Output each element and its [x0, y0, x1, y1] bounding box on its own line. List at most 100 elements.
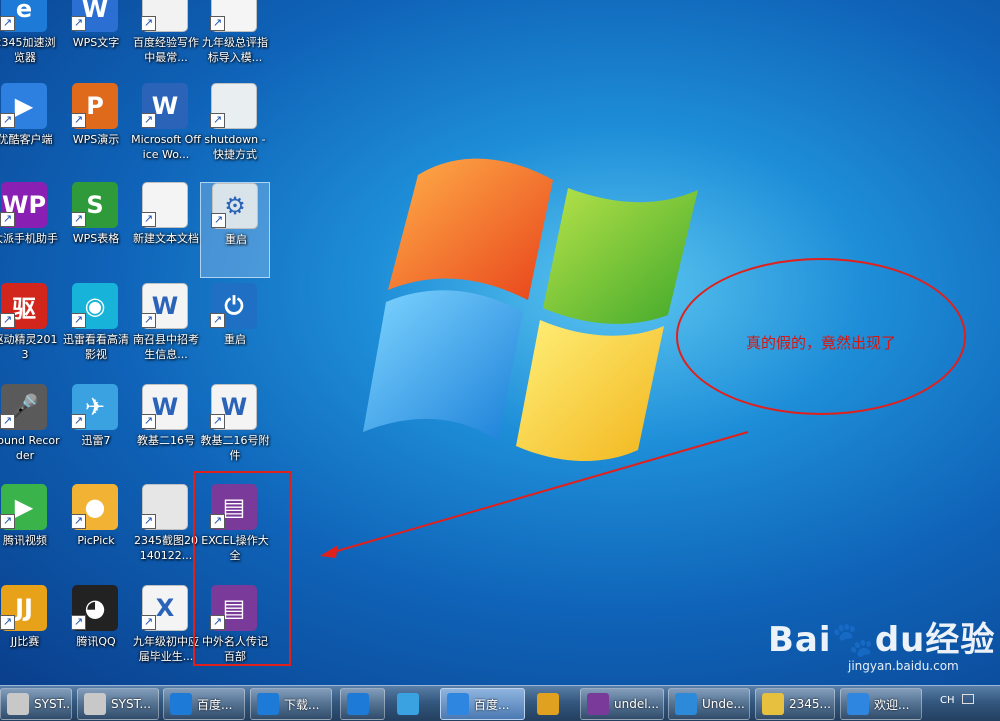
- desktop-icon[interactable]: ↗ 2345截图20140122...: [131, 484, 201, 580]
- desktop-icon[interactable]: ◉ ↗ 迅雷看看高清影视: [61, 283, 131, 379]
- desktop-icon[interactable]: ⏻ ↗ 重启: [200, 283, 270, 379]
- desktop-icon-label: 优酷客户端: [0, 133, 53, 146]
- taskbar-button[interactable]: 2345...: [755, 688, 835, 720]
- desktop-icon-label: 重启: [224, 333, 246, 346]
- desktop-icon[interactable]: e ↗ 2345加速浏览器: [0, 0, 60, 82]
- desktop-icon-label: 太派手机助手: [0, 232, 58, 245]
- desktop-icon[interactable]: JJ ↗ JJ比赛: [0, 585, 60, 681]
- taskbar-button[interactable]: 下载...: [250, 688, 332, 720]
- drive-icon: [7, 693, 29, 715]
- shortcut-arrow-icon: ↗: [0, 113, 15, 128]
- desktop-icon[interactable]: ↗ 百度经验写作中最常...: [131, 0, 201, 82]
- desktop-icon-label: 教基二16号附件: [200, 434, 270, 462]
- notepad-icon: [762, 693, 784, 715]
- xunlei-bird-icon: [397, 693, 419, 715]
- desktop-icon-label: 迅雷看看高清影视: [63, 333, 129, 361]
- taskbar-button-label: 下载...: [284, 697, 320, 712]
- game-box-icon: [537, 693, 559, 715]
- desktop-icon-label: 2345截图20140122...: [134, 534, 198, 562]
- shortcut-arrow-icon: ↗: [0, 313, 15, 328]
- desktop-icon[interactable]: X ↗ 九年级初中应届毕业生...: [131, 585, 201, 681]
- annotation-text: 真的假的，竟然出现了: [745, 334, 896, 352]
- shortcut-arrow-icon: ↗: [71, 16, 86, 31]
- desktop-icon[interactable]: ◕ ↗ 腾讯QQ: [61, 585, 131, 681]
- shortcut-arrow-icon: ↗: [71, 414, 86, 429]
- desktop-icon[interactable]: S ↗ WPS表格: [61, 182, 131, 278]
- taskbar-button[interactable]: [340, 688, 385, 720]
- winrar-archive-icon: [587, 693, 609, 715]
- desktop-icon-label: PicPick: [77, 534, 115, 547]
- desktop-icon[interactable]: W ↗ Microsoft Office Wo...: [131, 83, 201, 179]
- desktop-icon[interactable]: ▶ ↗ 腾讯视频: [0, 484, 60, 580]
- ie-browser-icon: [257, 693, 279, 715]
- desktop-icon-label: 2345加速浏览器: [0, 36, 56, 64]
- desktop-icon[interactable]: W ↗ WPS文字: [61, 0, 131, 82]
- shortcut-arrow-icon: ↗: [0, 414, 15, 429]
- taskbar-button[interactable]: [390, 688, 435, 720]
- desktop-icon[interactable]: ▶ ↗ 优酷客户端: [0, 83, 60, 179]
- shortcut-arrow-icon: ↗: [0, 16, 15, 31]
- desktop-icon-label: 九年级初中应届毕业生...: [133, 635, 199, 663]
- desktop-icon[interactable]: WP↗太派手机助手: [0, 182, 60, 278]
- desktop-icon-label: 南召县中招考生信息...: [133, 333, 199, 361]
- desktop-icon[interactable]: W ↗ 教基二16号: [131, 384, 201, 480]
- desktop-icon[interactable]: ● ↗ PicPick: [61, 484, 131, 580]
- shortcut-arrow-icon: ↗: [0, 514, 15, 529]
- taskbar-button-label: 百度...: [474, 697, 510, 712]
- taskbar-button[interactable]: SYST...: [77, 688, 159, 720]
- desktop-icon[interactable]: ↗ 九年级总评指标导入模...: [200, 0, 270, 82]
- desktop-icon[interactable]: 🎤↗Sound Recorder: [0, 384, 60, 480]
- baidu-app-icon: [447, 693, 469, 715]
- desktop-icon[interactable]: W ↗ 教基二16号附件: [200, 384, 270, 480]
- desktop-icon-label: 九年级总评指标导入模...: [202, 36, 268, 64]
- shortcut-arrow-icon: ↗: [71, 113, 86, 128]
- desktop-icon-label: 驱动精灵2013: [0, 333, 58, 361]
- keyboard-icon[interactable]: [962, 694, 974, 704]
- taskbar-button-label: SYST...: [34, 697, 72, 711]
- windows-logo-wallpaper: [363, 158, 698, 462]
- desktop-icon-label: shutdown - 快捷方式: [204, 133, 266, 161]
- drive-icon: [84, 693, 106, 715]
- desktop-icon-label: Sound Recorder: [0, 434, 60, 462]
- shortcut-arrow-icon: ↗: [141, 16, 156, 31]
- desktop-icon[interactable]: W ↗ 南召县中招考生信息...: [131, 283, 201, 379]
- taskbar-button[interactable]: SYST...: [0, 688, 72, 720]
- ie-browser-icon: [170, 693, 192, 715]
- shortcut-arrow-icon: ↗: [0, 212, 15, 227]
- watermark-url: jingyan.baidu.com: [848, 659, 959, 673]
- shortcut-arrow-icon: ↗: [141, 615, 156, 630]
- shortcut-arrow-icon: ↗: [141, 514, 156, 529]
- watermark-logo: Bai🐾du经验: [768, 620, 996, 660]
- desktop-icon-label: 新建文本文档: [133, 232, 199, 245]
- shortcut-arrow-icon: ↗: [71, 212, 86, 227]
- baidu-app-icon: [847, 693, 869, 715]
- shortcut-arrow-icon: ↗: [0, 615, 15, 630]
- desktop-icon-label: WPS表格: [72, 232, 120, 245]
- taskbar-button[interactable]: 百度...: [440, 688, 525, 720]
- taskbar-button[interactable]: 欢迎...: [840, 688, 922, 720]
- shortcut-arrow-icon: ↗: [141, 113, 156, 128]
- desktop-icon-label: Microsoft Office Wo...: [131, 133, 201, 161]
- desktop-icon[interactable]: ↗ 新建文本文档: [131, 182, 201, 278]
- taskbar-button[interactable]: 百度...: [163, 688, 245, 720]
- shortcut-arrow-icon: ↗: [210, 414, 225, 429]
- taskbar-button[interactable]: Unde...: [668, 688, 750, 720]
- baidu-jingyan-watermark: Bai🐾du经验 jingyan.baidu.com: [768, 612, 1000, 685]
- taskbar-button-label: Unde...: [702, 697, 745, 711]
- taskbar-button-label: 欢迎...: [874, 697, 910, 712]
- shortcut-arrow-icon: ↗: [141, 313, 156, 328]
- desktop-icon-label: 百度经验写作中最常...: [133, 36, 199, 64]
- taskbar-button[interactable]: [530, 688, 575, 720]
- shortcut-arrow-icon: ↗: [141, 212, 156, 227]
- desktop-icon[interactable]: ✈ ↗ 迅雷7: [61, 384, 131, 480]
- taskbar-button-label: 2345...: [789, 697, 831, 711]
- desktop-icon[interactable]: P ↗ WPS演示: [61, 83, 131, 179]
- desktop-icon[interactable]: ⚙ ↗ 重启: [200, 182, 270, 278]
- desktop-icon[interactable]: 驱↗驱动精灵2013: [0, 283, 60, 379]
- shortcut-arrow-icon: ↗: [210, 16, 225, 31]
- desktop-icon-label: 重启: [225, 233, 247, 246]
- taskbar-button[interactable]: undel...: [580, 688, 664, 720]
- undelete-app-icon: [675, 693, 697, 715]
- tray-language-indicator[interactable]: CH: [940, 695, 955, 706]
- desktop-icon[interactable]: ↗ shutdown - 快捷方式: [200, 83, 270, 179]
